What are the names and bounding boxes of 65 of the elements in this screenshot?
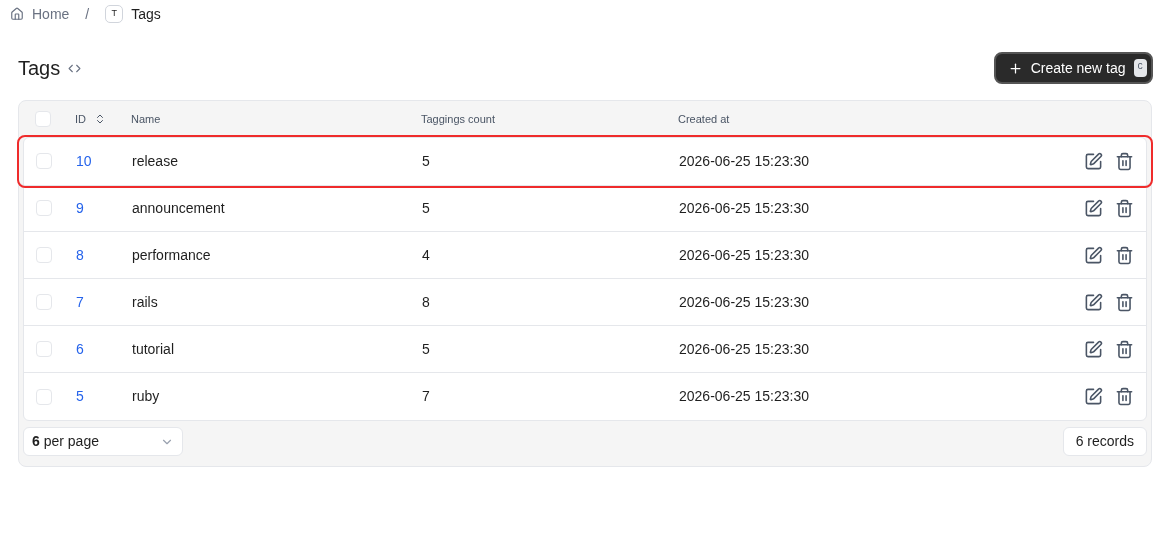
edit-icon[interactable] (1084, 387, 1103, 406)
table-cell-text: tutorial (132, 339, 176, 359)
row-checkbox[interactable] (36, 294, 52, 310)
column-header: Taggings count (421, 111, 496, 127)
table-cell-text: rails (132, 292, 159, 312)
table-row[interactable]: 5 ruby 7 2026-06-25 15:23:30 (24, 373, 1146, 420)
page-title: Tags (18, 56, 61, 81)
column-header[interactable]: ID (75, 110, 86, 128)
table-cell-text: 8 (422, 292, 431, 312)
table-cell-text: 5 (422, 198, 431, 218)
home-icon (10, 7, 24, 21)
shortcut-key: C (1133, 59, 1147, 77)
plus-icon (1007, 60, 1023, 76)
row-checkbox[interactable] (36, 200, 52, 216)
table-cell-text: 2026-06-25 15:23:30 (679, 151, 810, 171)
table-cell-text: announcement (132, 198, 226, 218)
delete-icon[interactable] (1115, 339, 1134, 359)
row-checkbox[interactable] (36, 247, 52, 263)
id-link[interactable]: 5 (76, 386, 132, 407)
edit-icon[interactable] (1084, 292, 1103, 312)
select-all-checkbox[interactable] (35, 111, 51, 127)
table-cell-text: performance (132, 245, 212, 265)
per-page-select[interactable]: 6 per page (23, 427, 183, 456)
table-row[interactable]: 8 performance 4 2026-06-25 15:23:30 (24, 232, 1146, 279)
id-link[interactable]: 7 (76, 291, 132, 313)
records-count: 6 records (1062, 427, 1147, 456)
edit-icon[interactable] (1084, 245, 1103, 265)
breadcrumb-link[interactable]: Home (32, 3, 70, 25)
breadcrumb-current: Tags (131, 4, 161, 24)
id-link[interactable]: 10 (76, 150, 132, 172)
create-button[interactable]: Create new tag C (993, 52, 1153, 84)
table-cell-text: 5 (422, 339, 431, 359)
table-cell-text: 2026-06-25 15:23:30 (679, 245, 810, 265)
edit-icon[interactable] (1084, 339, 1103, 359)
delete-icon[interactable] (1115, 387, 1134, 406)
id-link[interactable]: 8 (76, 244, 132, 266)
column-header: Name (131, 111, 162, 127)
delete-icon[interactable] (1115, 292, 1134, 312)
table-cell-text: 2026-06-25 15:23:30 (679, 387, 810, 406)
row-checkbox[interactable] (36, 341, 52, 357)
edit-icon[interactable] (1084, 151, 1103, 171)
table-cell-text: 7 (422, 387, 431, 406)
id-link[interactable]: 9 (76, 197, 132, 219)
table-cell-text: 2026-06-25 15:23:30 (679, 198, 810, 218)
table-cell-text: release (132, 151, 179, 171)
table-cell-text: ruby (132, 387, 161, 406)
id-link[interactable]: 6 (76, 338, 132, 360)
table-cell-text: 5 (422, 151, 431, 171)
sort-icon[interactable] (94, 113, 106, 125)
row-checkbox[interactable] (36, 388, 52, 405)
table-row[interactable]: 9 announcement 5 2026-06-25 15:23:30 (24, 185, 1146, 232)
table-cell-text: 4 (422, 245, 431, 265)
tag-badge: T (105, 5, 124, 23)
delete-icon[interactable] (1115, 245, 1134, 265)
column-header: Created at (678, 111, 731, 127)
edit-icon[interactable] (1084, 198, 1103, 218)
table-cell-text: 2026-06-25 15:23:30 (679, 339, 810, 359)
table-row[interactable]: 6 tutorial 5 2026-06-25 15:23:30 (24, 326, 1146, 373)
table-row[interactable]: 10 release 5 2026-06-25 15:23:30 (19, 137, 1151, 186)
breadcrumb-separator: / (85, 4, 90, 24)
delete-icon[interactable] (1115, 151, 1134, 171)
table-cell-text: 2026-06-25 15:23:30 (679, 292, 810, 312)
row-checkbox[interactable] (36, 153, 52, 169)
table-row[interactable]: 7 rails 8 2026-06-25 15:23:30 (24, 279, 1146, 326)
delete-icon[interactable] (1115, 198, 1134, 218)
